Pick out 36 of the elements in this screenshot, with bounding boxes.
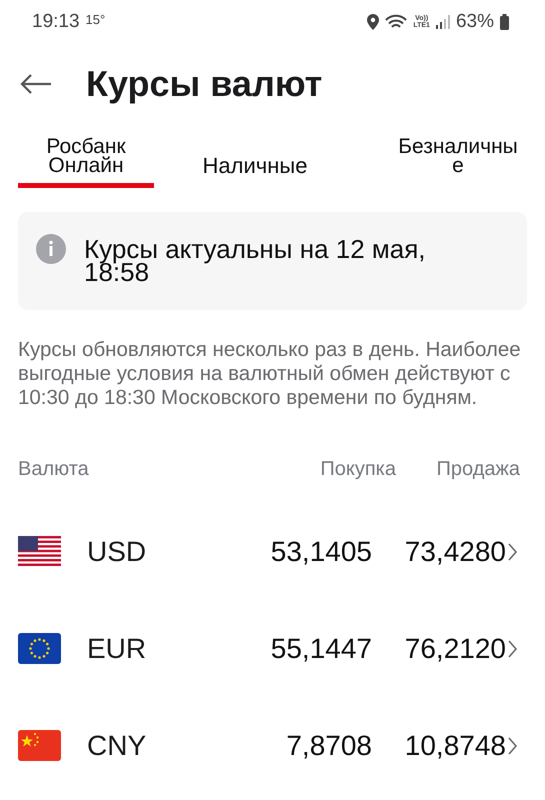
location-icon <box>367 14 380 30</box>
buy-rate: 7,8708 <box>285 730 372 762</box>
currency-row[interactable]: USD 53,1405 73,4280 <box>0 503 545 600</box>
tab[interactable]: Наличные <box>160 128 350 188</box>
battery-percent: 63% <box>456 11 494 33</box>
flag-icon <box>18 633 61 664</box>
currency-code: USD <box>87 536 147 568</box>
tab[interactable]: Росбанк Онлайн <box>18 128 154 188</box>
info-icon <box>36 234 66 264</box>
buy-rate: 53,1405 <box>270 536 372 568</box>
currency-row[interactable]: EUR 55,1447 76,2120 <box>0 600 545 697</box>
chevron-right-icon <box>508 640 518 658</box>
column-header: Продажа <box>436 458 520 481</box>
currency-code: CNY <box>87 730 147 762</box>
flag-icon <box>18 536 61 567</box>
temperature: 15° <box>86 12 106 27</box>
column-header: Валюта <box>18 458 90 481</box>
status-time: 19:13 <box>32 11 80 33</box>
tab[interactable]: Безналичные <box>394 128 522 188</box>
page-title: Курсы валют <box>86 63 322 105</box>
wifi-icon <box>385 14 408 30</box>
battery-icon <box>500 14 509 30</box>
currency-row[interactable]: CNY 7,8708 10,8748 <box>0 697 545 794</box>
column-header: Покупка <box>319 458 396 481</box>
sell-rate: 10,8748 <box>404 730 506 762</box>
description-text: Курсы обновляются несколько раз в день. Наиболее выгодные условия на валютный обмен действуют с 10:30 до 18:30 Московского времени по будням. <box>18 338 522 410</box>
currency-code: EUR <box>87 632 147 664</box>
flag-icon <box>18 730 61 761</box>
buy-rate: 55,1447 <box>270 632 372 664</box>
chevron-right-icon <box>508 736 518 754</box>
sell-rate: 73,4280 <box>404 536 506 568</box>
signal-icon <box>436 15 450 29</box>
sell-rate: 76,2120 <box>404 632 506 664</box>
notice-text: Курсы актуальны на 12 мая, 18:58 <box>84 238 427 288</box>
back-arrow-icon[interactable] <box>20 74 52 94</box>
chevron-right-icon <box>508 542 518 560</box>
